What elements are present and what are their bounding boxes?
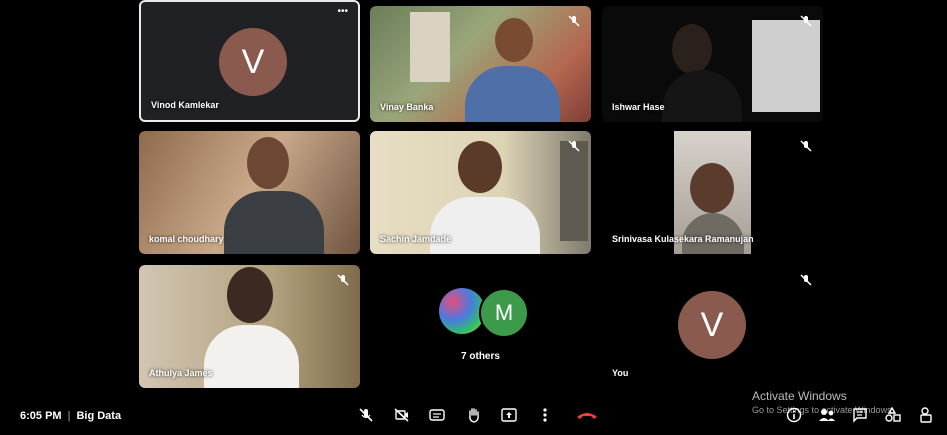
participant-name: You xyxy=(612,368,629,378)
avatar: V xyxy=(678,291,746,359)
mic-off-icon xyxy=(568,140,580,152)
lock-person-icon xyxy=(920,407,932,423)
chat-icon xyxy=(853,408,867,423)
participant-name: Srinivasa Kulasekara Ramanujan xyxy=(612,234,754,244)
activities-button[interactable] xyxy=(884,406,902,424)
participant-name: Vinay Banka xyxy=(380,102,434,112)
captions-icon xyxy=(429,409,445,421)
more-vert-icon xyxy=(543,408,547,422)
camera-toggle-button[interactable] xyxy=(393,406,411,424)
person-body xyxy=(465,66,560,122)
person-head xyxy=(247,137,289,189)
participant-tile-athulya[interactable]: Athulya James xyxy=(139,265,360,388)
raise-hand-button[interactable] xyxy=(465,406,483,424)
participant-tile-srinivasa[interactable]: Srinivasa Kulasekara Ramanujan xyxy=(602,131,823,254)
present-screen-button[interactable] xyxy=(500,406,518,424)
person-head xyxy=(458,141,502,193)
participant-tile-you[interactable]: V You xyxy=(602,265,823,388)
others-count-label: 7 others xyxy=(461,351,500,362)
background-shelf xyxy=(560,141,588,241)
person-head xyxy=(672,24,712,74)
more-options-icon[interactable]: ••• xyxy=(337,6,348,17)
bottom-bar: 6:05 PM | Big Data xyxy=(0,396,947,435)
participant-name: Sachin Jamdade xyxy=(380,234,452,244)
separator: | xyxy=(67,410,71,422)
meeting-info: 6:05 PM | Big Data xyxy=(20,410,121,422)
mic-off-icon xyxy=(568,15,580,27)
person-head xyxy=(690,163,734,213)
mic-toggle-button[interactable] xyxy=(357,406,375,424)
mic-off-icon xyxy=(337,274,349,286)
people-button[interactable] xyxy=(818,406,836,424)
end-call-icon xyxy=(577,413,597,419)
person-body xyxy=(204,325,299,388)
meeting-title: Big Data xyxy=(76,410,122,422)
person-body xyxy=(224,191,324,254)
meeting-details-button[interactable] xyxy=(785,406,803,424)
camera-off-icon xyxy=(394,408,409,422)
mic-off-icon xyxy=(800,140,812,152)
others-tile[interactable]: M 7 others xyxy=(370,265,591,388)
host-controls-button[interactable] xyxy=(917,406,935,424)
participant-name: Athulya James xyxy=(149,368,213,378)
participant-tile-ishwar[interactable]: Ishwar Hase xyxy=(602,6,823,122)
person-body xyxy=(662,70,742,122)
info-icon xyxy=(786,407,802,423)
mic-off-icon xyxy=(800,15,812,27)
more-options-button[interactable] xyxy=(536,406,554,424)
others-avatar: M xyxy=(479,288,529,338)
avatar-initial: M xyxy=(494,300,514,325)
participant-tile-sachin[interactable]: Sachin Jamdade xyxy=(370,131,591,254)
mic-off-icon xyxy=(800,274,812,286)
participant-tile-vinod[interactable]: V ••• Vinod Kamlekar xyxy=(139,0,360,122)
activities-icon xyxy=(885,407,901,422)
present-icon xyxy=(501,408,517,422)
participant-name: komal choudhary xyxy=(149,234,224,244)
avatar: V xyxy=(219,28,287,96)
chat-button[interactable] xyxy=(851,406,869,424)
end-call-button[interactable] xyxy=(574,406,600,424)
person-head xyxy=(495,18,533,62)
person-head xyxy=(227,267,273,323)
avatar-initial: V xyxy=(241,42,265,81)
person-body xyxy=(430,197,540,254)
avatar-initial: V xyxy=(700,305,724,344)
participant-tile-vinay[interactable]: Vinay Banka xyxy=(370,6,591,122)
participant-tile-komal[interactable]: komal choudhary xyxy=(139,131,360,254)
captions-button[interactable] xyxy=(428,406,446,424)
background-door xyxy=(410,12,450,82)
background-window xyxy=(752,20,820,112)
participant-name: Vinod Kamlekar xyxy=(151,100,219,110)
clock-time: 6:05 PM xyxy=(20,410,62,422)
hand-icon xyxy=(469,408,479,423)
mic-off-icon xyxy=(359,408,373,422)
people-icon xyxy=(819,409,835,421)
participant-name: Ishwar Hase xyxy=(612,102,665,112)
